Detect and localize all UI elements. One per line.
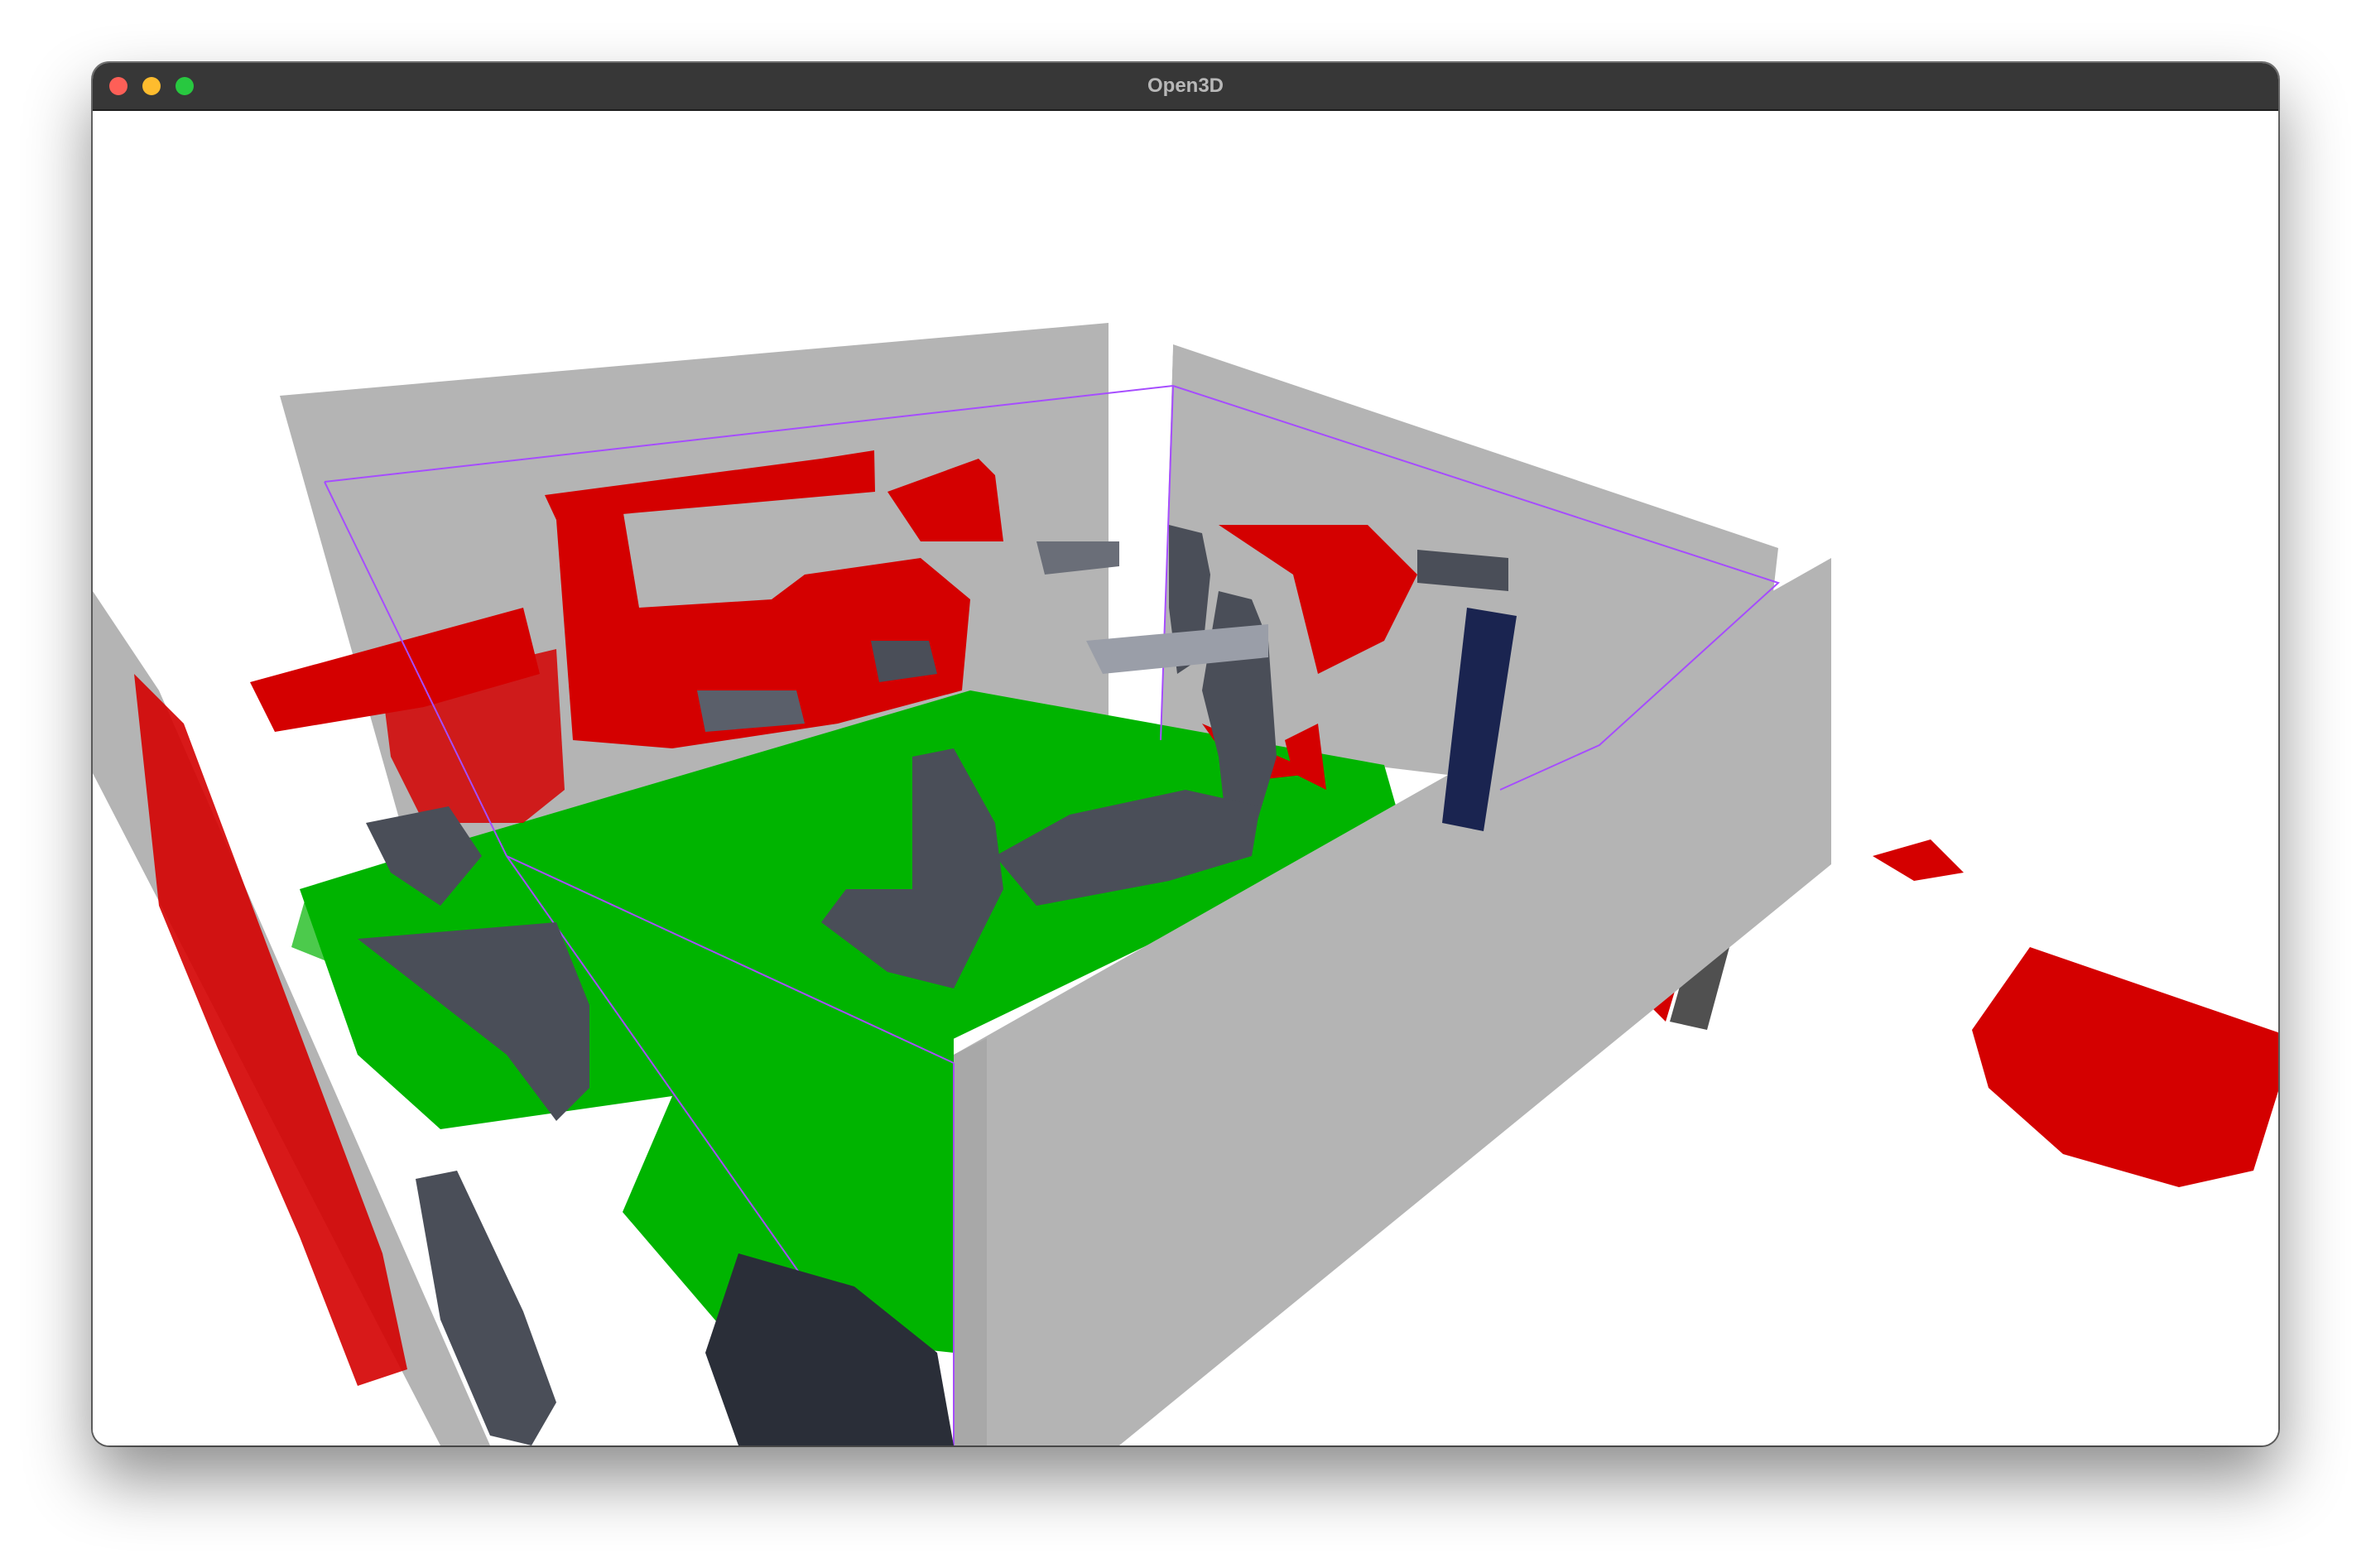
desktop: Open3D — [0, 0, 2371, 1568]
open3d-window: Open3D — [93, 63, 2278, 1445]
window-title: Open3D — [1147, 75, 1224, 97]
3d-viewport[interactable] — [93, 111, 2278, 1445]
title-bar[interactable]: Open3D — [93, 63, 2278, 111]
right-red-object — [1972, 947, 2278, 1187]
